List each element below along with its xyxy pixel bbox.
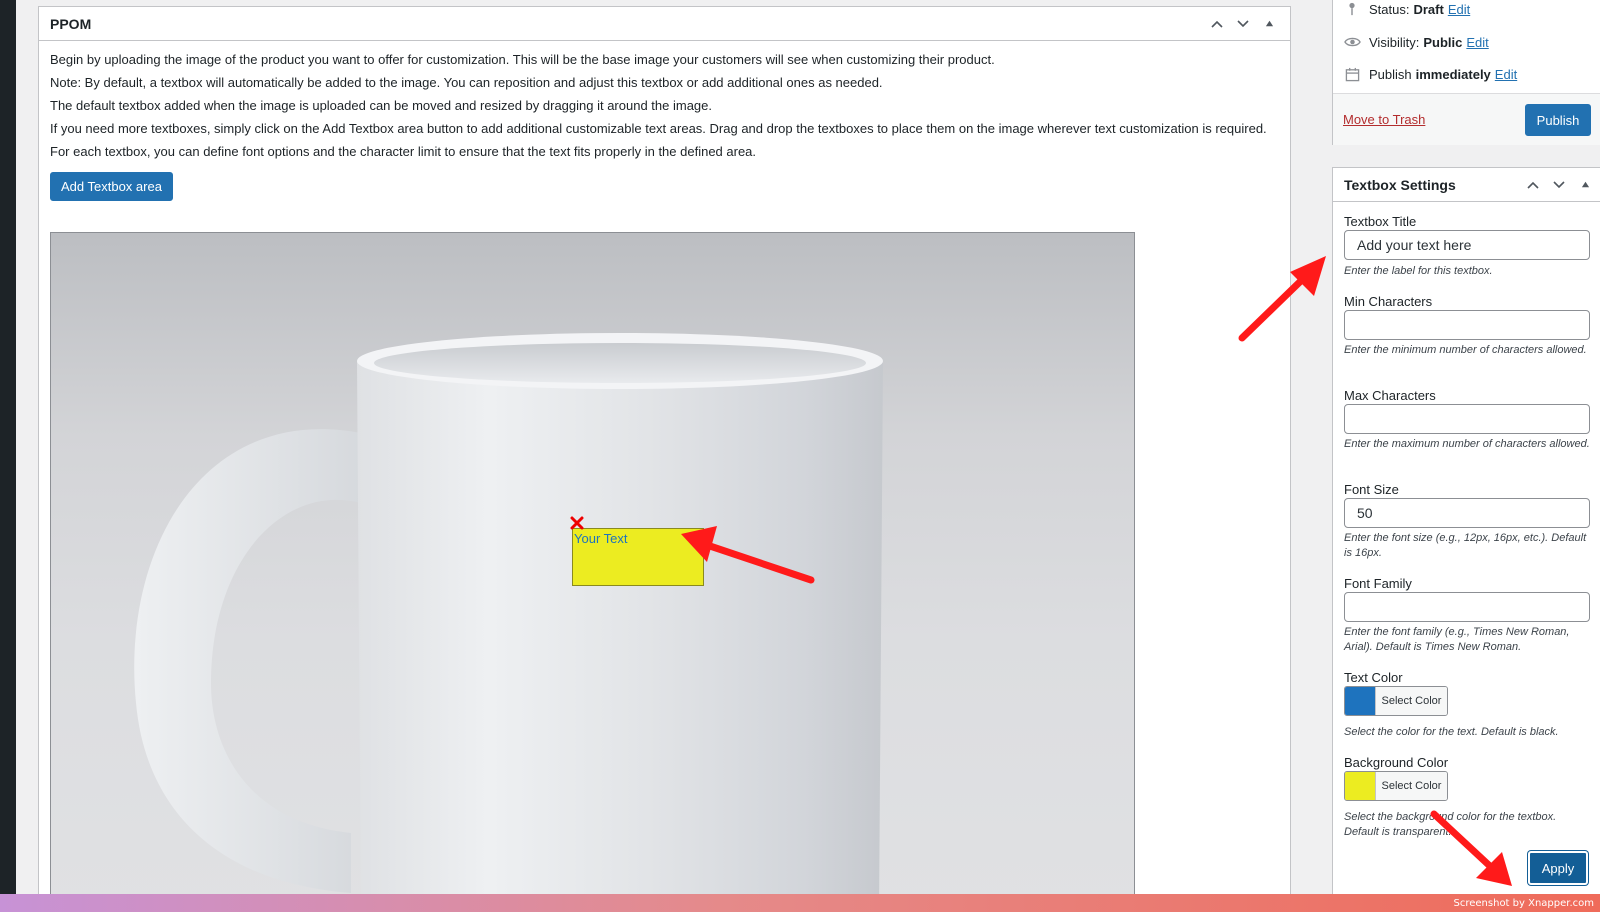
textbox-settings-box: Textbox Settings Textbox Title Enter the…: [1332, 167, 1600, 894]
status-label: Status:: [1369, 1, 1410, 17]
status-value: Draft: [1413, 1, 1444, 17]
publish-edit-link[interactable]: Edit: [1495, 67, 1517, 82]
chevron-up-icon[interactable]: [1523, 175, 1543, 195]
font-size-label: Font Size: [1344, 482, 1399, 497]
settings-title: Textbox Settings: [1344, 176, 1456, 193]
visibility-row: Visibility: Public Edit: [1343, 33, 1489, 51]
move-to-trash-link[interactable]: Move to Trash: [1343, 112, 1425, 127]
ppom-inside: Begin by uploading the image of the prod…: [39, 41, 1290, 211]
intro-paragraph: The default textbox added when the image…: [50, 98, 712, 113]
font-family-label: Font Family: [1344, 576, 1412, 591]
intro-paragraph: Note: By default, a textbox will automat…: [50, 75, 883, 90]
max-characters-label: Max Characters: [1344, 388, 1436, 403]
background-color-desc: Select the background color for the text…: [1344, 811, 1557, 838]
font-size-input[interactable]: [1344, 498, 1590, 528]
font-family-desc: Enter the font family (e.g., Times New R…: [1344, 626, 1570, 653]
apply-button[interactable]: Apply: [1528, 851, 1588, 885]
visibility-edit-link[interactable]: Edit: [1466, 35, 1488, 50]
publish-box: Status: Draft Edit Visibility: Public Ed…: [1332, 0, 1600, 145]
intro-paragraph: For each textbox, you can define font op…: [50, 144, 757, 159]
intro-paragraph: Begin by uploading the image of the prod…: [50, 52, 995, 67]
min-characters-input[interactable]: [1344, 310, 1590, 340]
textbox-title-input[interactable]: [1344, 230, 1590, 260]
visibility-value: Public: [1423, 34, 1463, 50]
status-edit-link[interactable]: Edit: [1448, 2, 1470, 17]
triangle-up-icon[interactable]: [1575, 175, 1595, 195]
close-icon[interactable]: [570, 516, 584, 530]
bottom-gradient-bar: [0, 894, 1600, 912]
min-characters-label: Min Characters: [1344, 294, 1433, 309]
watermark: Screenshot by Xnapper.com: [1453, 898, 1594, 909]
text-color-select-label: Select Color: [1375, 687, 1447, 715]
font-family-input[interactable]: [1344, 592, 1590, 622]
eye-icon: [1343, 33, 1361, 51]
publish-time-row: Publish immediately Edit: [1343, 65, 1517, 83]
min-characters-desc: Enter the minimum number of characters a…: [1344, 344, 1587, 356]
add-textbox-area-button[interactable]: Add Textbox area: [50, 172, 173, 201]
text-color-desc: Select the color for the text. Default i…: [1344, 726, 1559, 738]
settings-header: Textbox Settings: [1333, 168, 1600, 202]
pin-icon: [1343, 0, 1361, 18]
publish-value: immediately: [1415, 66, 1491, 82]
chevron-down-icon[interactable]: [1233, 14, 1253, 34]
calendar-icon: [1343, 65, 1361, 83]
chevron-down-icon[interactable]: [1549, 175, 1569, 195]
background-color-picker[interactable]: Select Color: [1344, 771, 1448, 801]
triangle-up-icon[interactable]: [1259, 14, 1279, 34]
textbox-title-label: Textbox Title: [1344, 214, 1417, 229]
admin-content: PPOM Begin by uploading the image of the…: [16, 0, 1600, 894]
settings-header-controls: [1523, 175, 1595, 195]
text-color-swatch: [1345, 687, 1375, 715]
background-color-label: Background Color: [1344, 755, 1449, 770]
max-characters-desc: Enter the maximum number of characters a…: [1344, 438, 1590, 450]
textbox-overlay[interactable]: Your Text: [572, 528, 704, 586]
product-image-canvas[interactable]: Your Text: [50, 232, 1135, 894]
ppom-header-controls: [1207, 14, 1279, 34]
intro-paragraph: If you need more textboxes, simply click…: [50, 121, 1267, 136]
text-color-picker[interactable]: Select Color: [1344, 686, 1448, 716]
textbox-title-desc: Enter the label for this textbox.: [1344, 265, 1493, 277]
visibility-label: Visibility:: [1369, 34, 1420, 50]
font-size-desc: Enter the font size (e.g., 12px, 16px, e…: [1344, 532, 1587, 559]
ppom-title: PPOM: [50, 15, 92, 32]
text-color-label: Text Color: [1344, 670, 1403, 685]
background-color-swatch: [1345, 772, 1375, 800]
background-color-select-label: Select Color: [1375, 772, 1447, 800]
publish-label: Publish: [1369, 66, 1412, 82]
max-characters-input[interactable]: [1344, 404, 1590, 434]
window-edge: [0, 0, 16, 894]
status-row: Status: Draft Edit: [1343, 0, 1470, 18]
publish-button[interactable]: Publish: [1525, 104, 1591, 136]
publish-actions: Move to Trash Publish: [1333, 93, 1600, 145]
ppom-postbox: PPOM Begin by uploading the image of the…: [38, 6, 1291, 894]
ppom-header: PPOM: [39, 7, 1290, 41]
chevron-up-icon[interactable]: [1207, 14, 1227, 34]
